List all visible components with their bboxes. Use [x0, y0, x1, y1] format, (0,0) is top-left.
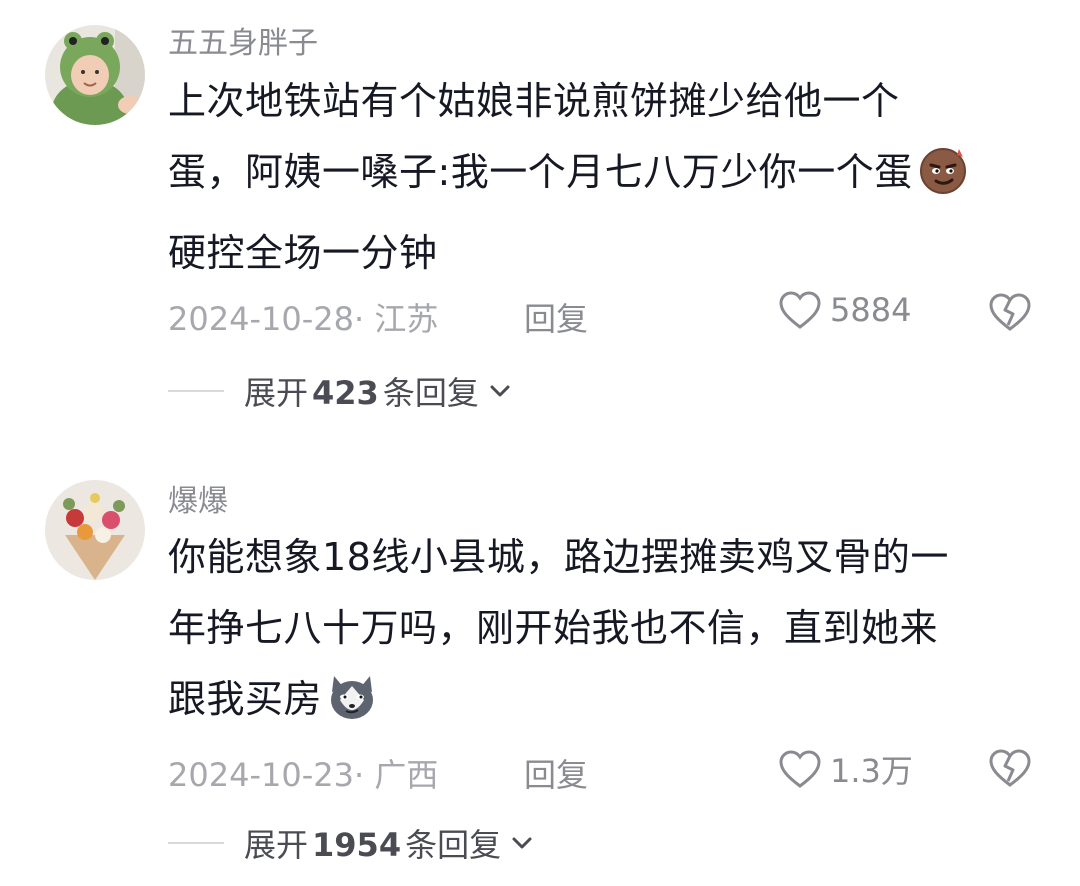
- dislike-button[interactable]: [988, 292, 1032, 340]
- comment-text-line: 蛋，阿姨一嗓子:我一个月七八万少你一个蛋: [168, 137, 1048, 218]
- username[interactable]: 五五身胖子: [168, 24, 318, 64]
- expand-replies-button[interactable]: 展开 423 条回复: [168, 366, 511, 416]
- smug-face-emoji-icon: [917, 143, 969, 218]
- expand-prefix: 展开: [244, 374, 309, 412]
- username[interactable]: 爆爆: [168, 482, 228, 522]
- chevron-down-icon: [512, 837, 532, 849]
- comment-text-line: 年挣七八十万吗，刚开始我也不信，直到她来: [168, 606, 939, 650]
- comment-meta: 2024-10-23· 广西 回复 1.3万: [168, 746, 1048, 796]
- frog-costume-baby-avatar-icon: [45, 25, 145, 125]
- comment-text: 你能想象18线小县城，路边摆摊卖鸡叉骨的一 年挣七八十万吗，刚开始我也不信，直到…: [168, 522, 1048, 745]
- heart-icon: [779, 750, 821, 788]
- user-avatar[interactable]: [45, 480, 145, 580]
- comment-text-line: 你能想象18线小县城，路边摆摊卖鸡叉骨的一: [168, 535, 949, 579]
- comment-text-line: 硬控全场一分钟: [168, 231, 438, 275]
- expand-suffix: 条回复: [405, 826, 502, 864]
- like-count: 1.3万: [830, 752, 913, 790]
- like-count: 5884: [830, 291, 912, 329]
- user-avatar[interactable]: [45, 25, 145, 125]
- expand-replies-label: 展开 423 条回复: [244, 368, 479, 414]
- expand-replies-button[interactable]: 展开 1954 条回复: [168, 818, 533, 868]
- husky-dog-emoji-icon: [326, 670, 378, 745]
- like-button[interactable]: 1.3万: [778, 746, 913, 792]
- comment-meta: 2024-10-28· 江苏 回复 5884: [168, 290, 1048, 340]
- broken-heart-icon: [989, 749, 1031, 787]
- like-button[interactable]: 5884: [778, 290, 911, 330]
- chevron-down-icon: [490, 385, 510, 397]
- divider-dash: [168, 390, 224, 392]
- reply-count: 423: [312, 374, 379, 412]
- comment-date-location: 2024-10-23· 广西: [168, 756, 439, 794]
- expand-replies-label: 展开 1954 条回复: [244, 820, 501, 866]
- divider-dash: [168, 842, 224, 844]
- comment-text: 上次地铁站有个姑娘非说煎饼摊少给他一个 蛋，阿姨一嗓子:我一个月七八万少你一个蛋…: [168, 66, 1048, 289]
- reply-button[interactable]: 回复: [524, 294, 588, 340]
- comment-text-segment: 跟我买房: [168, 677, 323, 721]
- reply-count: 1954: [312, 826, 402, 864]
- comment-text-line: 跟我买房: [168, 664, 1048, 745]
- broken-heart-icon: [989, 293, 1031, 331]
- reply-button[interactable]: 回复: [524, 750, 588, 796]
- comment-date-location: 2024-10-28· 江苏: [168, 300, 439, 338]
- expand-prefix: 展开: [244, 826, 309, 864]
- dislike-button[interactable]: [988, 748, 1032, 796]
- comment-text-line: 上次地铁站有个姑娘非说煎饼摊少给他一个: [168, 79, 900, 123]
- flower-bouquet-avatar-icon: [45, 480, 145, 580]
- heart-icon: [779, 291, 821, 329]
- comment-text-segment: 蛋，阿姨一嗓子:我一个月七八万少你一个蛋: [168, 150, 913, 194]
- expand-suffix: 条回复: [382, 374, 479, 412]
